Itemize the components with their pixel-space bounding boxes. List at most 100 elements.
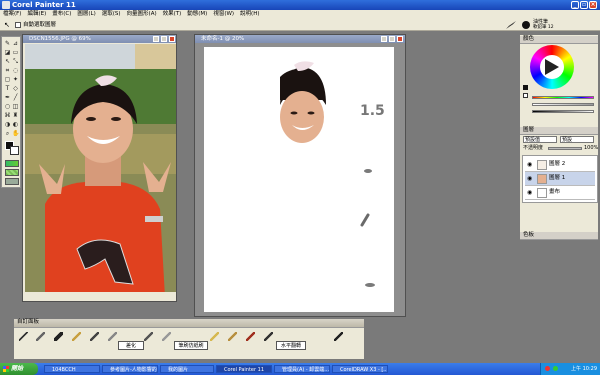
menu-movie[interactable]: 動態(M) xyxy=(184,10,210,19)
eraser-brush-icon[interactable] xyxy=(144,332,153,341)
conte-brush-icon[interactable] xyxy=(228,332,237,341)
pastel-brush-icon[interactable] xyxy=(72,332,81,341)
palette-button-3[interactable]: 水平翻轉 xyxy=(276,341,306,350)
menu-shapes[interactable]: 向量圖形(A) xyxy=(124,10,160,19)
nozzle-selector[interactable] xyxy=(5,178,19,185)
auto-select-checkbox[interactable] xyxy=(15,22,21,28)
layer-thumbnail xyxy=(537,160,547,170)
layer-thumbnail xyxy=(537,188,547,198)
color-triangle[interactable] xyxy=(545,59,559,75)
palette-button-2[interactable]: 筆刷仿紙刷 xyxy=(174,341,208,350)
pencil-brush-icon[interactable] xyxy=(19,332,28,341)
composite-method-select[interactable]: 預設值 xyxy=(523,136,557,143)
saturation-slider[interactable] xyxy=(532,103,594,106)
gradient-selector[interactable] xyxy=(5,160,19,167)
menu-effects[interactable]: 效果(T) xyxy=(160,10,185,19)
rubber-stamp-icon[interactable]: ♜ xyxy=(12,112,19,119)
layer-thumbnail xyxy=(537,174,547,184)
chalk-brush-icon[interactable] xyxy=(36,332,45,341)
eye-icon[interactable]: ◉ xyxy=(527,158,532,171)
canvas-close-button[interactable] xyxy=(397,36,403,42)
grabber-tool-icon[interactable]: ✋ xyxy=(12,130,19,137)
palette-header[interactable]: 自訂面板 xyxy=(14,319,364,328)
menu-file[interactable]: 檔案(F) xyxy=(0,10,24,19)
dropper-tool-icon[interactable]: ⊿ xyxy=(12,40,19,47)
shape-tool-icon[interactable]: ◇ xyxy=(12,85,19,92)
main-color-chip[interactable] xyxy=(523,85,528,90)
layer-row-selected[interactable]: ◉ 圖層 1 xyxy=(525,172,595,186)
menu-canvas[interactable]: 畫布(C) xyxy=(49,10,74,19)
brush-selector-icon[interactable] xyxy=(506,21,516,29)
magic-wand-icon[interactable]: ✦ xyxy=(12,76,19,83)
taskbar-item-active[interactable]: Corel Painter 11 xyxy=(216,365,272,373)
brush-tool-icon[interactable]: ✎ xyxy=(4,40,11,47)
text-tool-icon[interactable]: T xyxy=(4,85,11,92)
taskbar-item[interactable]: 我的圖片 xyxy=(160,365,214,373)
oval-tool-icon[interactable]: ○ xyxy=(4,103,11,110)
divine-proportion-icon[interactable]: ◫ xyxy=(12,103,19,110)
start-button[interactable]: 開始 xyxy=(0,363,38,375)
hue-slider[interactable] xyxy=(532,96,594,99)
composite-depth-select[interactable]: 預設 xyxy=(560,136,594,143)
dodge-tool-icon[interactable]: ◑ xyxy=(4,121,11,128)
layer-adjuster-tool-icon[interactable]: ↖ xyxy=(4,58,11,65)
pattern-selector[interactable] xyxy=(5,169,19,176)
taskbar-item[interactable]: 參考圖片-人物影響的... xyxy=(102,365,158,373)
line-tool-icon[interactable]: ╱ xyxy=(12,94,19,101)
additional-color-chip[interactable] xyxy=(523,93,528,98)
transform-tool-icon[interactable]: ⤡ xyxy=(12,58,19,65)
tray-icon[interactable] xyxy=(553,366,558,371)
canvas-minimize-button[interactable] xyxy=(381,36,387,42)
taskbar-item[interactable]: 104BCCH xyxy=(44,365,100,373)
value-slider[interactable] xyxy=(532,110,594,113)
colors-panel-header[interactable]: 顏色 xyxy=(520,36,598,44)
photo-window-title: DSCN1556.JPG @ 69% xyxy=(29,36,91,42)
minimize-button[interactable]: _ xyxy=(571,1,579,9)
airbrush-icon[interactable] xyxy=(162,332,171,341)
menu-edit[interactable]: 編輯(E) xyxy=(24,10,49,19)
close-button[interactable]: × xyxy=(589,1,597,9)
taskbar-item[interactable]: 管理員(A) - 卸雲端... xyxy=(274,365,330,373)
pen-tool-icon[interactable]: ✒ xyxy=(4,94,11,101)
rectangle-select-icon[interactable]: ▢ xyxy=(4,76,11,83)
layers-panel-header[interactable]: 圖層 xyxy=(520,127,598,135)
photo-close-button[interactable] xyxy=(169,36,175,42)
paint-bucket-icon[interactable]: ◪ xyxy=(4,49,11,56)
photo-maximize-button[interactable] xyxy=(161,36,167,42)
ink-pen-icon[interactable] xyxy=(264,332,273,341)
maximize-button[interactable]: ▫ xyxy=(580,1,588,9)
eye-icon[interactable]: ◉ xyxy=(527,186,532,199)
opacity-slider[interactable] xyxy=(548,147,582,150)
clock: 上午 10:29 xyxy=(571,366,597,372)
photo-minimize-button[interactable] xyxy=(153,36,159,42)
brush-variant[interactable]: 軟鉛筆 12 xyxy=(533,25,554,30)
gouache-brush-icon[interactable] xyxy=(210,332,219,341)
calligraphy-brush-icon[interactable] xyxy=(334,332,343,341)
magnifier-tool-icon[interactable]: ⌕ xyxy=(4,130,11,137)
swatches-panel-header[interactable]: 色板 xyxy=(520,232,598,240)
burn-tool-icon[interactable]: ◐ xyxy=(12,121,19,128)
additional-color-swatch[interactable] xyxy=(10,146,19,155)
layer-row[interactable]: ◉ 圖層 2 xyxy=(525,158,595,172)
layer-row[interactable]: ◉ 畫布 xyxy=(525,186,595,200)
canvas-maximize-button[interactable] xyxy=(389,36,395,42)
tray-icon[interactable] xyxy=(545,366,550,371)
crop-tool-icon[interactable]: ⌗ xyxy=(4,67,11,74)
oil-brush-icon[interactable] xyxy=(54,332,63,341)
eye-icon[interactable]: ◉ xyxy=(527,172,532,185)
layer-adjuster-icon[interactable]: ↖ xyxy=(4,21,12,29)
drawing-canvas[interactable]: 1.5 xyxy=(204,47,394,312)
cloner-tool-icon[interactable]: ⌘ xyxy=(4,112,11,119)
menu-select[interactable]: 選取(S) xyxy=(99,10,124,19)
menu-window[interactable]: 視窗(W) xyxy=(210,10,237,19)
lasso-tool-icon[interactable]: ◌ xyxy=(12,67,19,74)
menu-layers[interactable]: 圖層(L) xyxy=(74,10,98,19)
palette-button-1[interactable]: 差化 xyxy=(118,341,144,350)
eraser-tool-icon[interactable]: ▭ xyxy=(12,49,19,56)
blender-brush-icon[interactable] xyxy=(108,332,117,341)
color-wheel[interactable] xyxy=(530,45,574,89)
crayon-brush-icon[interactable] xyxy=(246,332,255,341)
marker-brush-icon[interactable] xyxy=(90,332,99,341)
menu-help[interactable]: 說明(H) xyxy=(237,10,262,19)
taskbar-item[interactable]: CorelDRAW X3 - [... xyxy=(332,365,388,373)
